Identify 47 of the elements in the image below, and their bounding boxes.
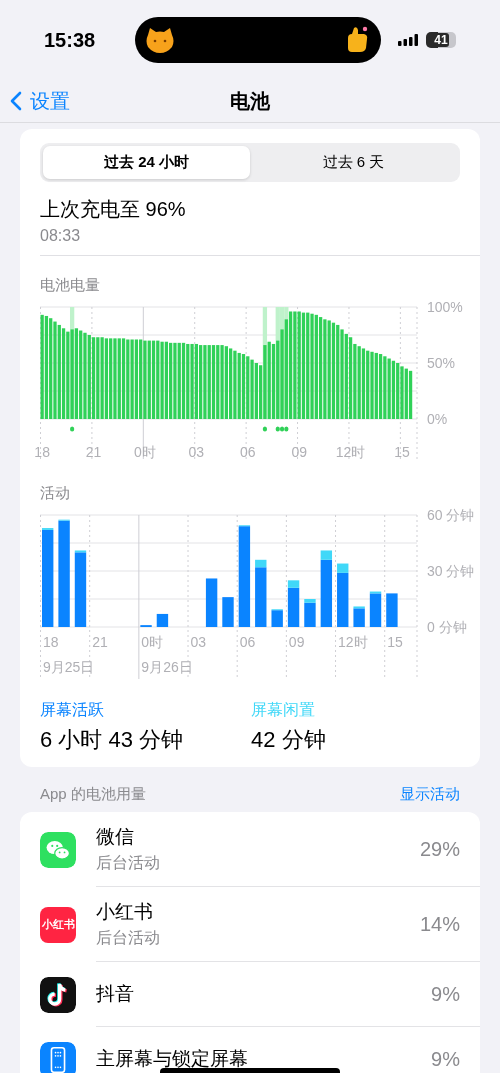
y-axis-label: 50% [427,355,456,371]
x-axis-label: 0时 [141,634,164,650]
date-label: 9月25日 [43,659,95,675]
y-axis-label: 0% [427,411,448,427]
x-axis-label: 15 [387,634,403,650]
app-name: 主屏幕与锁定屏幕 [96,1047,248,1071]
x-axis-label: 12时 [335,444,366,460]
chart-title: 活动 [40,484,71,503]
last-charge-title: 上次充电至 96% [40,197,187,222]
battery-icon: 41 [426,32,456,48]
x-axis-label: 12时 [338,634,368,650]
x-axis-label: 21 [85,444,102,460]
x-axis-label: 18 [34,444,50,460]
x-axis-label: 03 [188,444,205,460]
chart-title: 电池电量 [40,276,101,295]
page-title: 电池 [230,88,270,114]
x-axis-label: 21 [92,634,108,650]
y-axis-label: 30 分钟 [427,563,475,579]
y-axis-label: 0 分钟 [427,619,467,635]
usage-percent: 14% [419,912,460,936]
app-name: 小红书 [96,900,154,924]
x-axis-label: 09 [291,444,307,460]
app-detail: 后台活动 [96,853,160,873]
status-time: 15:38 [44,28,97,52]
app-detail: 后台活动 [96,928,160,948]
duration-value: 6 小时 43 分钟 [40,726,185,754]
usage-percent: 9% [431,1047,460,1071]
date-label: 9月26日 [141,659,193,675]
x-axis-label: 09 [288,634,305,650]
x-axis-label: 0时 [134,444,156,460]
app-name: 抖音 [96,982,134,1006]
app-name: 微信 [96,825,135,849]
usage-percent: 29% [419,837,460,861]
x-axis-label: 03 [190,634,207,650]
legend-label: 屏幕活跃 [40,700,105,720]
last-charge-time: 08:33 [40,227,82,245]
legend-label: 屏幕闲置 [251,700,316,720]
y-axis-label: 60 分钟 [427,507,475,523]
app-logo-icon: 小红书 [40,906,76,943]
y-axis-label: 100% [427,299,463,315]
duration-value: 42 分钟 [251,726,327,754]
x-axis-label: 18 [43,634,59,650]
x-axis-label: 15 [394,444,410,460]
usage-percent: 9% [431,982,460,1006]
x-axis-label: 06 [239,634,256,650]
x-axis-label: 06 [240,444,256,460]
section-header: App 的电池用量 [40,785,146,804]
